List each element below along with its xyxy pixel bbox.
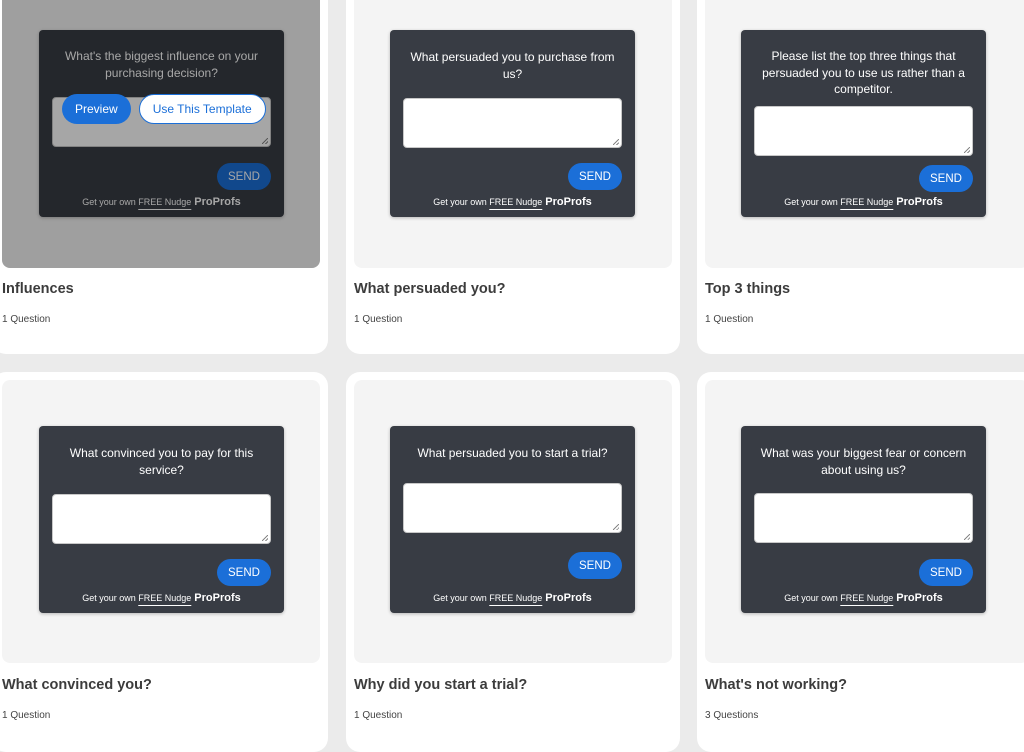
template-title[interactable]: Why did you start a trial?	[354, 677, 527, 693]
template-card-whats-not-working[interactable]: What was your biggest fear or concern ab…	[697, 372, 1024, 752]
question-count: 1 Question	[354, 314, 403, 325]
widget-send-button: SEND	[217, 559, 271, 586]
question-count: 1 Question	[2, 314, 51, 325]
hover-overlay	[2, 0, 320, 268]
widget-send-button: SEND	[919, 559, 973, 586]
widget-question: What convinced you to pay for this servi…	[69, 446, 254, 477]
widget-question: What was your biggest fear or concern ab…	[760, 446, 967, 477]
widget-footer: Get your own FREE Nudge ProProfs	[433, 196, 592, 208]
template-preview: What was your biggest fear or concern ab…	[705, 380, 1024, 663]
widget-question: What persuaded you to start a trial?	[417, 446, 608, 460]
hover-actions: Preview Use This Template	[52, 84, 306, 134]
widget-answer-field	[754, 493, 973, 543]
nudge-widget: What was your biggest fear or concern ab…	[741, 426, 986, 613]
widget-footer: Get your own FREE Nudge ProProfs	[433, 592, 592, 604]
template-preview: What's the biggest influence on your pur…	[2, 0, 320, 268]
template-card-top-3-things[interactable]: Please list the top three things that pe…	[697, 0, 1024, 354]
widget-answer-field	[403, 98, 622, 148]
widget-footer: Get your own FREE Nudge ProProfs	[82, 592, 241, 604]
widget-send-button: SEND	[919, 165, 973, 192]
question-count: 1 Question	[354, 710, 403, 721]
widget-question: What persuaded you to purchase from us?	[410, 50, 615, 81]
proprofs-logo: ProProfs	[896, 592, 943, 604]
question-count: 1 Question	[705, 314, 754, 325]
template-preview: What persuaded you to start a trial? SEN…	[354, 380, 672, 663]
resize-grip-icon	[964, 147, 970, 153]
use-template-button[interactable]: Use This Template	[138, 94, 266, 124]
resize-grip-icon	[262, 535, 268, 541]
template-title[interactable]: What convinced you?	[2, 677, 152, 693]
nudge-widget: What persuaded you to start a trial? SEN…	[390, 426, 635, 613]
widget-answer-field	[52, 494, 271, 544]
widget-footer: Get your own FREE Nudge ProProfs	[784, 196, 943, 208]
nudge-widget: Please list the top three things that pe…	[741, 30, 986, 217]
template-title[interactable]: What persuaded you?	[354, 281, 505, 297]
widget-question: Please list the top three things that pe…	[762, 49, 965, 96]
proprofs-logo: ProProfs	[545, 592, 592, 604]
template-preview: What persuaded you to purchase from us? …	[354, 0, 672, 268]
widget-send-button: SEND	[568, 163, 622, 190]
resize-grip-icon	[613, 524, 619, 530]
widget-answer-field	[754, 106, 973, 156]
widget-footer: Get your own FREE Nudge ProProfs	[784, 592, 943, 604]
template-card-influences[interactable]: What's the biggest influence on your pur…	[0, 0, 328, 354]
nudge-widget: What persuaded you to purchase from us? …	[390, 30, 635, 217]
template-title[interactable]: What's not working?	[705, 677, 847, 693]
template-card-what-persuaded[interactable]: What persuaded you to purchase from us? …	[346, 0, 680, 354]
nudge-widget: What convinced you to pay for this servi…	[39, 426, 284, 613]
template-preview: What convinced you to pay for this servi…	[2, 380, 320, 663]
question-count: 1 Question	[2, 710, 51, 721]
template-title[interactable]: Top 3 things	[705, 281, 790, 297]
question-count: 3 Questions	[705, 710, 759, 721]
proprofs-logo: ProProfs	[194, 592, 241, 604]
preview-button[interactable]: Preview	[62, 94, 131, 124]
template-title[interactable]: Influences	[2, 281, 74, 297]
template-preview: Please list the top three things that pe…	[705, 0, 1024, 268]
widget-send-button: SEND	[568, 552, 622, 579]
widget-answer-field	[403, 483, 622, 533]
resize-grip-icon	[964, 534, 970, 540]
template-card-what-convinced[interactable]: What convinced you to pay for this servi…	[0, 372, 328, 752]
template-card-start-trial[interactable]: What persuaded you to start a trial? SEN…	[346, 372, 680, 752]
proprofs-logo: ProProfs	[896, 196, 943, 208]
resize-grip-icon	[613, 139, 619, 145]
proprofs-logo: ProProfs	[545, 196, 592, 208]
